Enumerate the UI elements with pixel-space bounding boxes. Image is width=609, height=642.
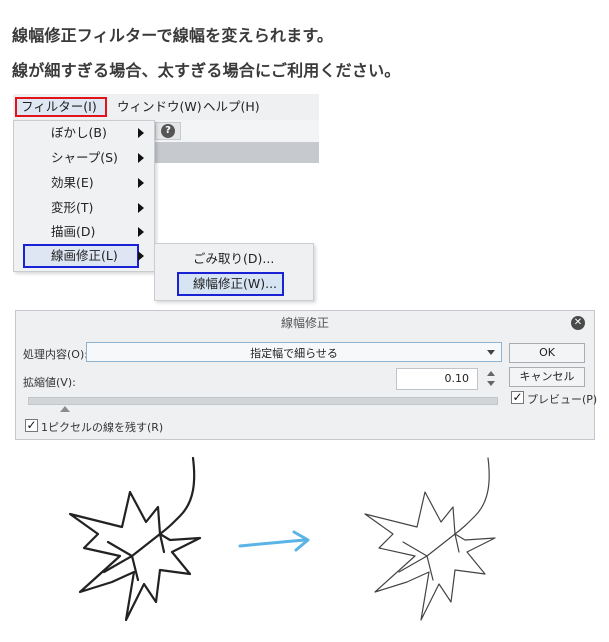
menu-filter[interactable]: フィルター(I)	[15, 97, 107, 117]
scale-slider[interactable]	[28, 397, 498, 405]
keep-pixel-label: 1ピクセルの線を残す(R)	[41, 421, 164, 434]
line-correction-submenu: ごみ取り(D)... 線幅修正(W)...	[154, 243, 314, 301]
line-width-dialog: 線幅修正 ✕ 処理内容(O): 指定幅で細らせる 拡縮値(V): 0.10 OK…	[15, 310, 598, 440]
scale-label: 拡縮値(V):	[23, 376, 76, 389]
menu-item-label: 線画修正(L)	[51, 248, 118, 263]
ok-button[interactable]: OK	[509, 343, 585, 363]
menu-item-draw[interactable]: 描画(D)	[14, 220, 154, 244]
menu-item-sharpen[interactable]: シャープ(S)	[14, 146, 154, 170]
menu-item-label: ごみ取り(D)...	[193, 251, 275, 266]
menu-bar: フィルター(I) ウィンドウ(W) ヘルプ(H)	[13, 94, 319, 121]
menu-item-transform[interactable]: 変形(T)	[14, 196, 154, 220]
submenu-arrow-icon	[138, 203, 144, 213]
submenu-arrow-icon	[138, 128, 144, 138]
toolbar-strip-dark	[155, 142, 319, 163]
chevron-down-icon	[487, 350, 495, 355]
menu-help[interactable]: ヘルプ(H)	[199, 97, 264, 117]
submenu-arrow-icon	[138, 251, 144, 261]
submenu-arrow-icon	[138, 227, 144, 237]
scale-stepper[interactable]	[486, 370, 496, 388]
arrow-right-icon	[238, 530, 310, 552]
increment-icon[interactable]	[487, 371, 495, 376]
menu-window[interactable]: ウィンドウ(W)	[113, 97, 206, 117]
menu-item-line-width-correction[interactable]: 線幅修正(W)...	[155, 272, 313, 296]
submenu-arrow-icon	[138, 153, 144, 163]
menu-item-label: シャープ(S)	[51, 150, 118, 165]
cancel-button[interactable]: キャンセル	[509, 367, 585, 387]
heading-line-1: 線幅修正フィルターで線幅を変えられます。	[12, 26, 334, 45]
menu-item-label: 変形(T)	[51, 200, 94, 215]
submenu-arrow-icon	[138, 178, 144, 188]
menu-item-label: 効果(E)	[51, 175, 94, 190]
process-label: 処理内容(O):	[23, 348, 88, 361]
keep-pixel-checkbox[interactable]: ✓	[25, 419, 38, 432]
filter-dropdown: ぼかし(B) シャープ(S) 効果(E) 変形(T) 描画(D) 線画修正(L)	[13, 120, 155, 272]
process-value: 指定幅で細らせる	[250, 347, 338, 360]
menu-item-dust-removal[interactable]: ごみ取り(D)...	[155, 247, 313, 271]
menu-item-label: ぼかし(B)	[51, 125, 107, 140]
process-select[interactable]: 指定幅で細らせる	[86, 342, 502, 362]
scale-input[interactable]: 0.10	[396, 368, 478, 390]
menu-item-label: 描画(D)	[51, 224, 96, 239]
menu-item-blur[interactable]: ぼかし(B)	[14, 121, 154, 145]
heading-line-2: 線が細すぎる場合、太すぎる場合にご利用ください。	[12, 61, 401, 80]
decrement-icon[interactable]	[487, 381, 495, 386]
question-icon: ?	[161, 124, 175, 138]
menu-item-label: 線幅修正(W)...	[193, 276, 278, 291]
help-button[interactable]: ?	[155, 122, 181, 140]
leaf-after-illustration	[364, 457, 496, 621]
preview-label: プレビュー(P)	[527, 393, 598, 406]
slider-thumb[interactable]	[60, 406, 70, 412]
leaf-before-illustration	[68, 456, 202, 622]
menu-item-line-correction[interactable]: 線画修正(L)	[14, 244, 154, 268]
scale-value: 0.10	[444, 372, 470, 385]
close-icon[interactable]: ✕	[571, 316, 585, 330]
preview-checkbox[interactable]: ✓	[511, 391, 524, 404]
menu-item-effect[interactable]: 効果(E)	[14, 171, 154, 195]
dialog-title: 線幅修正	[280, 316, 329, 330]
